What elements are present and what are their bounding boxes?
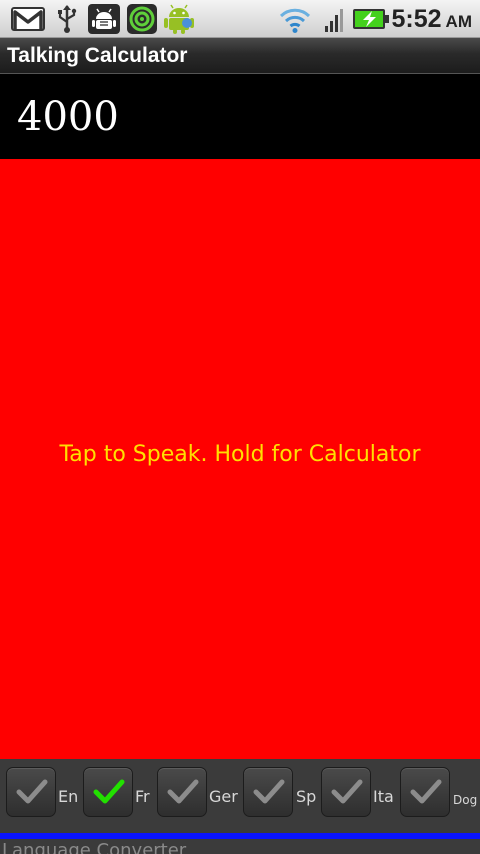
- checkmark-icon: [410, 779, 442, 804]
- checkmark-icon: [93, 779, 125, 804]
- lang-label-dog: Dog: [453, 793, 478, 807]
- calculator-display: 4000: [0, 75, 480, 159]
- clock-ampm: AM: [445, 12, 472, 31]
- checkbox-dog[interactable]: [400, 767, 450, 817]
- checkmark-icon: [331, 779, 363, 804]
- checkbox-ger[interactable]: [157, 767, 207, 817]
- footer-bar: Language Converter: [0, 839, 480, 854]
- gmail-icon: [11, 7, 45, 31]
- display-value: 4000: [17, 94, 119, 140]
- title-bar: Talking Calculator: [0, 38, 480, 74]
- lookout-icon: [127, 4, 157, 34]
- tap-to-speak-area[interactable]: Tap to Speak. Hold for Calculator: [0, 159, 480, 759]
- checkbox-ita[interactable]: [321, 767, 371, 817]
- lang-label-ger: Ger: [209, 787, 238, 806]
- status-bar: 5:52 AM: [0, 0, 480, 38]
- lang-label-en: En: [58, 787, 79, 806]
- checkbox-en[interactable]: [6, 767, 56, 817]
- usb-debugging-icon: [88, 4, 120, 34]
- lang-label-ita: Ita: [373, 787, 394, 806]
- signal-icon: [325, 9, 343, 32]
- tap-hint-text: Tap to Speak. Hold for Calculator: [59, 442, 421, 467]
- footer-title: Language Converter: [2, 840, 187, 854]
- lang-label-sp: Sp: [296, 787, 317, 806]
- app-title: Talking Calculator: [7, 44, 188, 67]
- checkbox-fr[interactable]: [83, 767, 133, 817]
- checkmark-icon: [253, 779, 285, 804]
- clock: 5:52 AM: [392, 4, 473, 34]
- clock-time: 5:52: [391, 5, 442, 33]
- android-icon: [164, 4, 194, 34]
- checkmark-icon: [167, 779, 199, 804]
- wifi-icon: [279, 8, 311, 33]
- checkbox-sp[interactable]: [243, 767, 293, 817]
- checkmark-icon: [16, 779, 48, 804]
- language-bar: En Fr Ger Sp Ita Dog: [0, 759, 480, 833]
- battery-charging-icon: [353, 9, 389, 29]
- lang-label-fr: Fr: [135, 787, 150, 806]
- usb-icon: [58, 5, 77, 33]
